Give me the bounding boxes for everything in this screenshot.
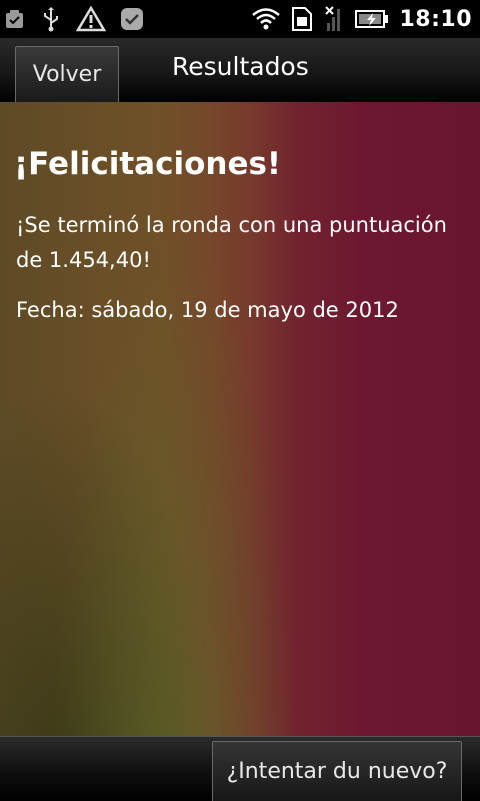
- battery-charging-icon: [355, 9, 389, 29]
- wifi-icon: [251, 7, 281, 31]
- warning-icon: [76, 6, 106, 32]
- bottom-bar: ¿Intentar du nuevo?: [0, 736, 480, 801]
- checkbox-icon: [4, 8, 26, 30]
- retry-button[interactable]: ¿Intentar du nuevo?: [212, 741, 462, 801]
- notification-check-icon: [120, 7, 144, 31]
- score-message: ¡Se terminó la ronda con una puntuación …: [16, 213, 447, 272]
- congrats-heading: ¡Felicitaciones!: [14, 146, 282, 182]
- sim-icon: [291, 6, 313, 32]
- usb-icon: [40, 6, 62, 32]
- screen-title: Resultados: [172, 52, 309, 81]
- back-button[interactable]: Volver: [15, 46, 119, 102]
- title-bar: Volver Resultados: [0, 38, 480, 103]
- no-signal-icon: [323, 5, 345, 33]
- date-text: Fecha: sábado, 19 de mayo de 2012: [16, 298, 399, 322]
- clock: 18:10: [399, 6, 472, 32]
- results-content: ¡Felicitaciones! ¡Se terminó la ronda co…: [0, 102, 480, 736]
- status-bar: 18:10: [0, 0, 480, 38]
